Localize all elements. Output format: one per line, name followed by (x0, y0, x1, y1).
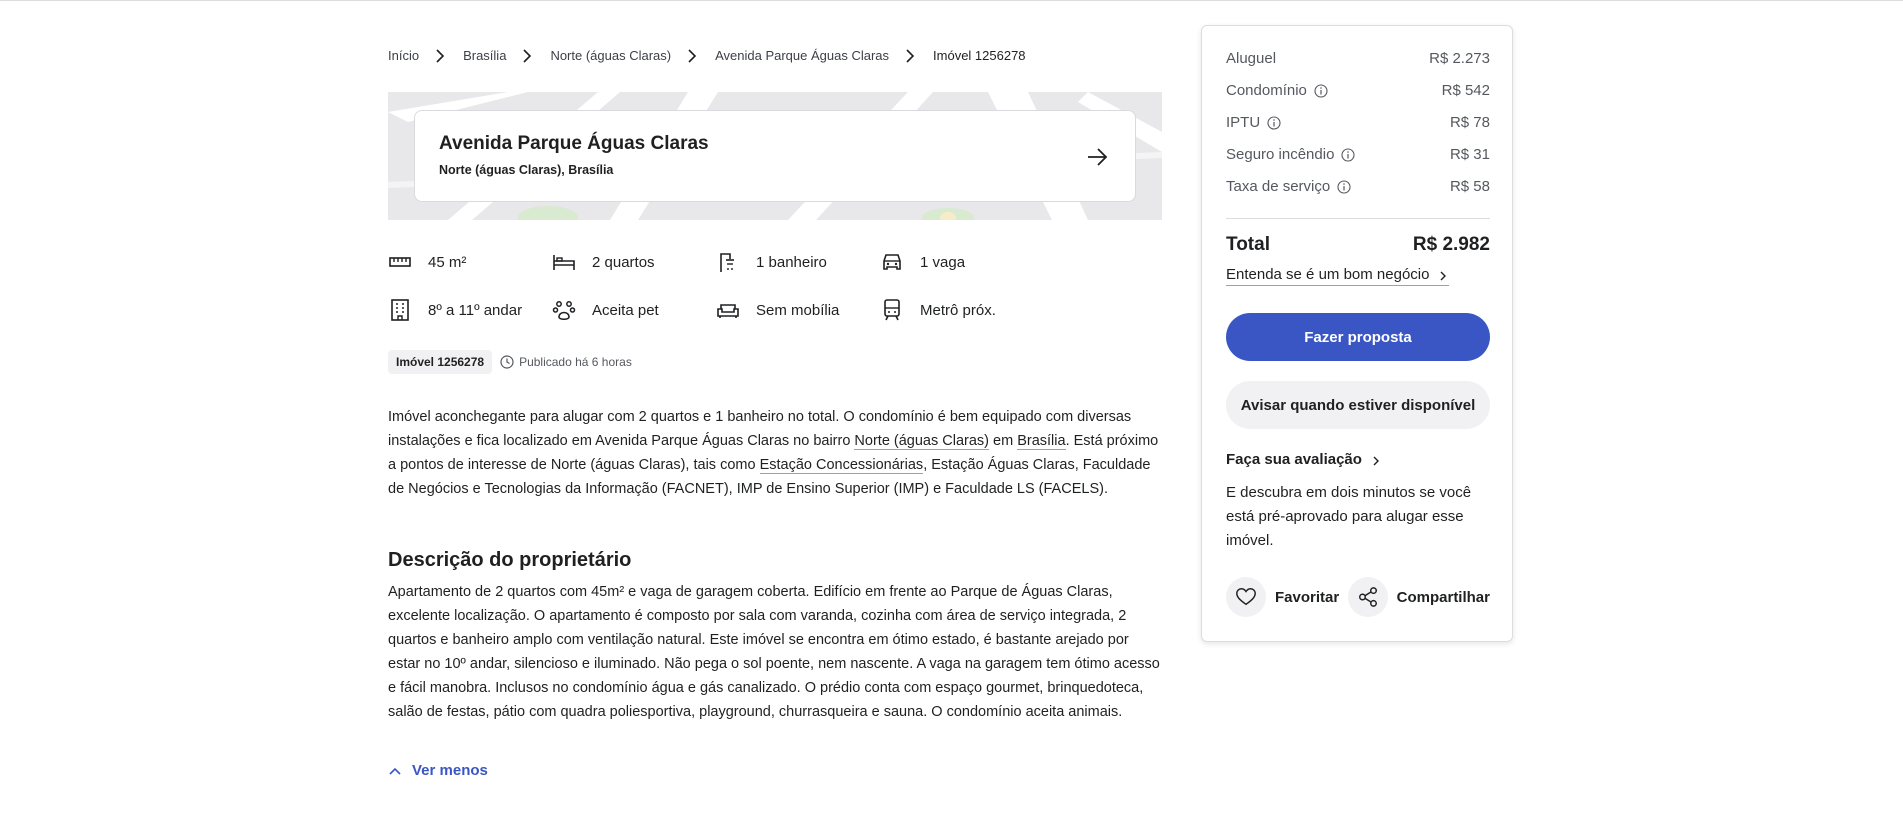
cost-condo-label: Condomínio (1226, 82, 1307, 99)
building-icon (388, 298, 412, 322)
rate-yourself-text: E descubra em dois minutos se você está … (1226, 484, 1472, 549)
feature-area-text: 45 m² (428, 253, 467, 271)
breadcrumb-home[interactable]: Início (388, 48, 419, 63)
rate-yourself-label: Faça sua avaliação (1226, 451, 1362, 468)
feature-area: 45 m² (388, 250, 466, 274)
feature-furniture-text: Sem mobília (756, 301, 840, 319)
chevron-right-icon (687, 48, 697, 63)
info-icon[interactable] (1267, 115, 1281, 130)
arrow-right-icon[interactable] (1085, 145, 1109, 169)
chevron-up-icon (388, 764, 402, 778)
clock-icon (500, 355, 514, 369)
cost-service-fee: Taxa de serviço R$ 58 (1226, 178, 1490, 195)
cost-total-label: Total (1226, 234, 1270, 255)
feature-parking: 1 vaga (880, 250, 965, 274)
breadcrumb: Início Brasília Norte (águas Claras) Ave… (388, 48, 1026, 63)
cost-rent-value: R$ 2.273 (1429, 50, 1490, 67)
feature-bathrooms: 1 banheiro (716, 250, 827, 274)
feature-furniture: Sem mobília (716, 298, 839, 322)
cost-iptu: IPTU R$ 78 (1226, 114, 1490, 131)
price-sidebar: Aluguel R$ 2.273 Condomínio R$ 542 IPTU … (1201, 25, 1513, 642)
cost-divider (1226, 218, 1490, 219)
paw-icon (552, 298, 576, 322)
info-icon[interactable] (1337, 179, 1351, 194)
cost-iptu-value: R$ 78 (1449, 114, 1490, 131)
breadcrumb-neighborhood[interactable]: Norte (águas Claras) (550, 48, 671, 63)
bed-icon (552, 250, 576, 274)
breadcrumb-city[interactable]: Brasília (463, 48, 506, 63)
good-deal-link[interactable]: Entenda se é um bom negócio (1226, 266, 1450, 286)
city-link[interactable]: Brasília (1017, 433, 1066, 450)
published-info: Publicado há 6 horas (500, 355, 632, 369)
info-icon[interactable] (1341, 147, 1355, 162)
feature-bedrooms-text: 2 quartos (592, 253, 655, 271)
ruler-icon (388, 250, 412, 274)
share-label: Compartilhar (1396, 588, 1490, 606)
cost-total: Total R$ 2.982 (1226, 234, 1490, 256)
cost-iptu-label-wrap: IPTU (1226, 114, 1281, 131)
chevron-right-icon (905, 48, 915, 63)
cost-iptu-label: IPTU (1226, 114, 1261, 131)
rate-yourself-link[interactable]: Faça sua avaliação (1226, 451, 1382, 468)
feature-parking-text: 1 vaga (920, 253, 966, 271)
cost-condo: Condomínio R$ 542 (1226, 82, 1490, 99)
top-divider (0, 0, 1903, 1)
cost-fee-label: Taxa de serviço (1226, 178, 1331, 195)
address-title: Avenida Parque Águas Claras (439, 133, 709, 154)
share-icon (1347, 577, 1388, 617)
sofa-icon (716, 298, 740, 322)
address-subtitle: Norte (águas Claras), Brasília (439, 163, 614, 177)
listing-actions: Favoritar Compartilhar (1226, 577, 1490, 617)
chevron-right-icon (1437, 269, 1449, 281)
chevron-right-icon (522, 48, 532, 63)
feature-metro: Metrô próx. (880, 298, 996, 322)
heart-icon (1226, 577, 1266, 617)
feature-floor-text: 8º a 11º andar (428, 301, 523, 319)
notify-available-button[interactable]: Avisar quando estiver disponível (1226, 381, 1490, 429)
neighborhood-link[interactable]: Norte (águas Claras) (854, 433, 989, 450)
info-icon[interactable] (1314, 83, 1328, 98)
cost-condo-label-wrap: Condomínio (1226, 82, 1328, 99)
chevron-right-icon (1370, 454, 1382, 466)
breadcrumb-street[interactable]: Avenida Parque Águas Claras (715, 48, 889, 63)
good-deal-label: Entenda se é um bom negócio (1226, 266, 1430, 283)
cost-total-value: R$ 2.982 (1412, 234, 1490, 255)
share-button[interactable]: Compartilhar (1347, 577, 1490, 617)
train-icon (880, 298, 904, 322)
cost-rent-label: Aluguel (1226, 50, 1277, 67)
owner-description-text: Apartamento de 2 quartos com 45m² e vaga… (388, 584, 1160, 720)
car-icon (880, 250, 904, 274)
cost-rent: Aluguel R$ 2.273 (1226, 50, 1490, 67)
address-card[interactable]: Avenida Parque Águas Claras Norte (águas… (414, 110, 1136, 202)
feature-bathrooms-text: 1 banheiro (756, 253, 827, 271)
cost-insurance: Seguro incêndio R$ 31 (1226, 146, 1490, 163)
feature-pets: Aceita pet (552, 298, 659, 322)
listing-code-badge: Imóvel 1256278 (388, 350, 493, 374)
feature-floor: 8º a 11º andar (388, 298, 522, 322)
published-text: Publicado há 6 horas (519, 355, 632, 369)
cost-insurance-label-wrap: Seguro incêndio (1226, 146, 1355, 163)
cost-insurance-value: R$ 31 (1449, 146, 1490, 163)
owner-description-title: Descrição do proprietário (388, 549, 632, 571)
show-less-button[interactable]: Ver menos (388, 762, 488, 779)
listing-meta: Imóvel 1256278 Publicado há 6 horas (388, 350, 632, 374)
make-offer-button[interactable]: Fazer proposta (1226, 313, 1490, 361)
poi-link[interactable]: Estação Concessionárias (759, 457, 924, 474)
favorite-label: Favoritar (1275, 588, 1340, 606)
cost-fee-label-wrap: Taxa de serviço (1226, 178, 1351, 195)
feature-pets-text: Aceita pet (592, 301, 659, 319)
show-less-label: Ver menos (412, 762, 488, 779)
shower-icon (716, 250, 740, 274)
cost-fee-value: R$ 58 (1449, 178, 1490, 195)
listing-description: Imóvel aconchegante para alugar com 2 qu… (388, 405, 1162, 501)
chevron-right-icon (435, 48, 445, 63)
breadcrumb-current: Imóvel 1256278 (933, 48, 1026, 63)
description-text: em (989, 433, 1018, 449)
feature-metro-text: Metrô próx. (920, 301, 996, 319)
favorite-button[interactable]: Favoritar (1226, 577, 1339, 617)
feature-bedrooms: 2 quartos (552, 250, 655, 274)
cost-condo-value: R$ 542 (1441, 82, 1490, 99)
cost-insurance-label: Seguro incêndio (1226, 146, 1335, 163)
